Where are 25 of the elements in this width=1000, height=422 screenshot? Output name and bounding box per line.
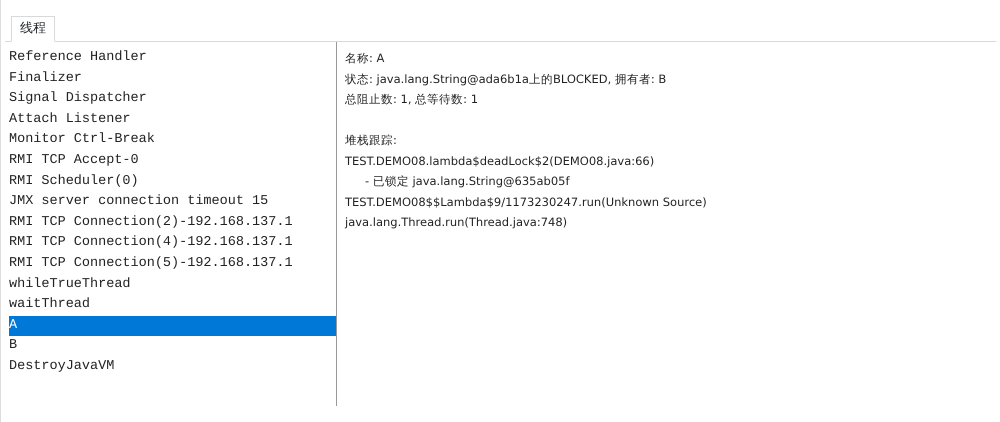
thread-list-item[interactable]: RMI Scheduler(0) (9, 172, 336, 192)
thread-list-item[interactable]: B (9, 336, 336, 357)
detail-line: 状态: java.lang.String@ada6b1a上的BLOCKED, 拥有者: B (345, 70, 668, 88)
thread-list-item[interactable]: RMI TCP Connection(2)-192.168.137.1 (9, 212, 336, 234)
tab[interactable]: 线程 (11, 16, 55, 42)
detail-line: 名称: A (345, 50, 386, 67)
thread-list-item[interactable]: Monitor Ctrl-Break (9, 130, 336, 151)
thread-list-item[interactable]: DestroyJavaVM (9, 356, 336, 378)
stack-frame: java.lang.Thread.run(Thread.java:748) (345, 212, 707, 232)
stack-trace-title: 堆栈跟踪: (345, 132, 398, 149)
thread-list-item[interactable]: A (9, 316, 336, 336)
detail-line: 总阻止数: 1, 总等待数: 1 (345, 91, 480, 108)
thread-list-item[interactable]: Signal Dispatcher (9, 89, 336, 110)
thread-list-item[interactable]: Attach Listener (9, 110, 336, 130)
lock-line: - 已锁定 java.lang.String@635ab05f (364, 173, 571, 190)
stack-frame: TEST.DEMO08$$Lambda$9/1173230247.run(Unknown Source) (345, 192, 707, 212)
thread-list-item[interactable]: waitThread (9, 295, 336, 316)
thread-list-item[interactable]: RMI TCP Connection(4)-192.168.137.1 (9, 233, 336, 254)
thread-list-item[interactable]: Finalizer (9, 68, 336, 90)
thread-list-item[interactable]: RMI TCP Connection(5)-192.168.137.1 (9, 254, 336, 275)
stack-frame: TEST.DEMO08.lambda$deadLock$2(DEMO08.java:66) (345, 150, 707, 171)
thread-list-item[interactable]: JMX server connection timeout 15 (9, 192, 336, 213)
thread-list-item[interactable]: RMI TCP Accept-0 (9, 150, 336, 172)
thread-list-item[interactable]: Reference Handler (9, 48, 336, 69)
thread-list-item[interactable]: whileTrueThread (9, 274, 336, 296)
